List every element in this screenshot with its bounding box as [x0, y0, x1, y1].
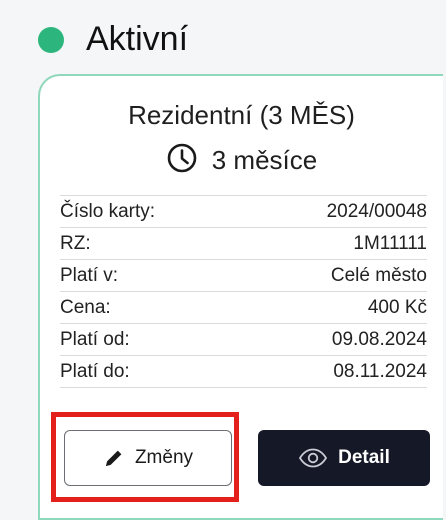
detail-button-label: Detail [338, 447, 390, 468]
detail-label: Platí od: [60, 328, 130, 350]
detail-row-plate: RZ: 1M11111 [60, 227, 427, 259]
edit-button-label: Změny [134, 447, 194, 468]
detail-row-card-number: Číslo karty: 2024/00048 [60, 195, 427, 227]
edit-button[interactable]: Změny [64, 430, 232, 486]
detail-value: 2024/00048 [326, 200, 427, 222]
detail-value: Celé město [330, 264, 427, 286]
detail-row-valid-to: Platí do: 08.11.2024 [60, 355, 427, 388]
clock-icon [166, 142, 198, 179]
detail-label: Cena: [60, 296, 111, 318]
details-list: Číslo karty: 2024/00048 RZ: 1M11111 Plat… [60, 195, 427, 388]
detail-label: Číslo karty: [60, 200, 156, 222]
status-header: Aktivní [38, 20, 188, 59]
detail-button[interactable]: Detail [258, 430, 430, 486]
detail-row-zone: Platí v: Celé město [60, 259, 427, 291]
detail-row-valid-from: Platí od: 09.08.2024 [60, 323, 427, 355]
detail-label: RZ: [60, 232, 91, 254]
detail-value: 1M11111 [353, 232, 427, 254]
detail-value: 400 Kč [367, 296, 427, 318]
duration-label: 3 měsíce [211, 145, 318, 175]
detail-value: 08.11.2024 [333, 360, 427, 382]
detail-label: Platí v: [60, 264, 119, 286]
detail-row-price: Cena: 400 Kč [60, 291, 427, 323]
duration: 3 měsíce [40, 142, 443, 179]
card-title: Rezidentní (3 MĚS) [128, 100, 355, 130]
pencil-icon [103, 447, 125, 469]
eye-icon [298, 447, 328, 469]
status-indicator-dot [38, 26, 64, 53]
status-label: Aktivní [86, 20, 189, 58]
detail-value: 09.08.2024 [331, 328, 427, 350]
detail-label: Platí do: [60, 360, 130, 382]
parking-card: Rezidentní (3 MĚS) 3 měsíce Číslo karty:… [38, 74, 443, 520]
